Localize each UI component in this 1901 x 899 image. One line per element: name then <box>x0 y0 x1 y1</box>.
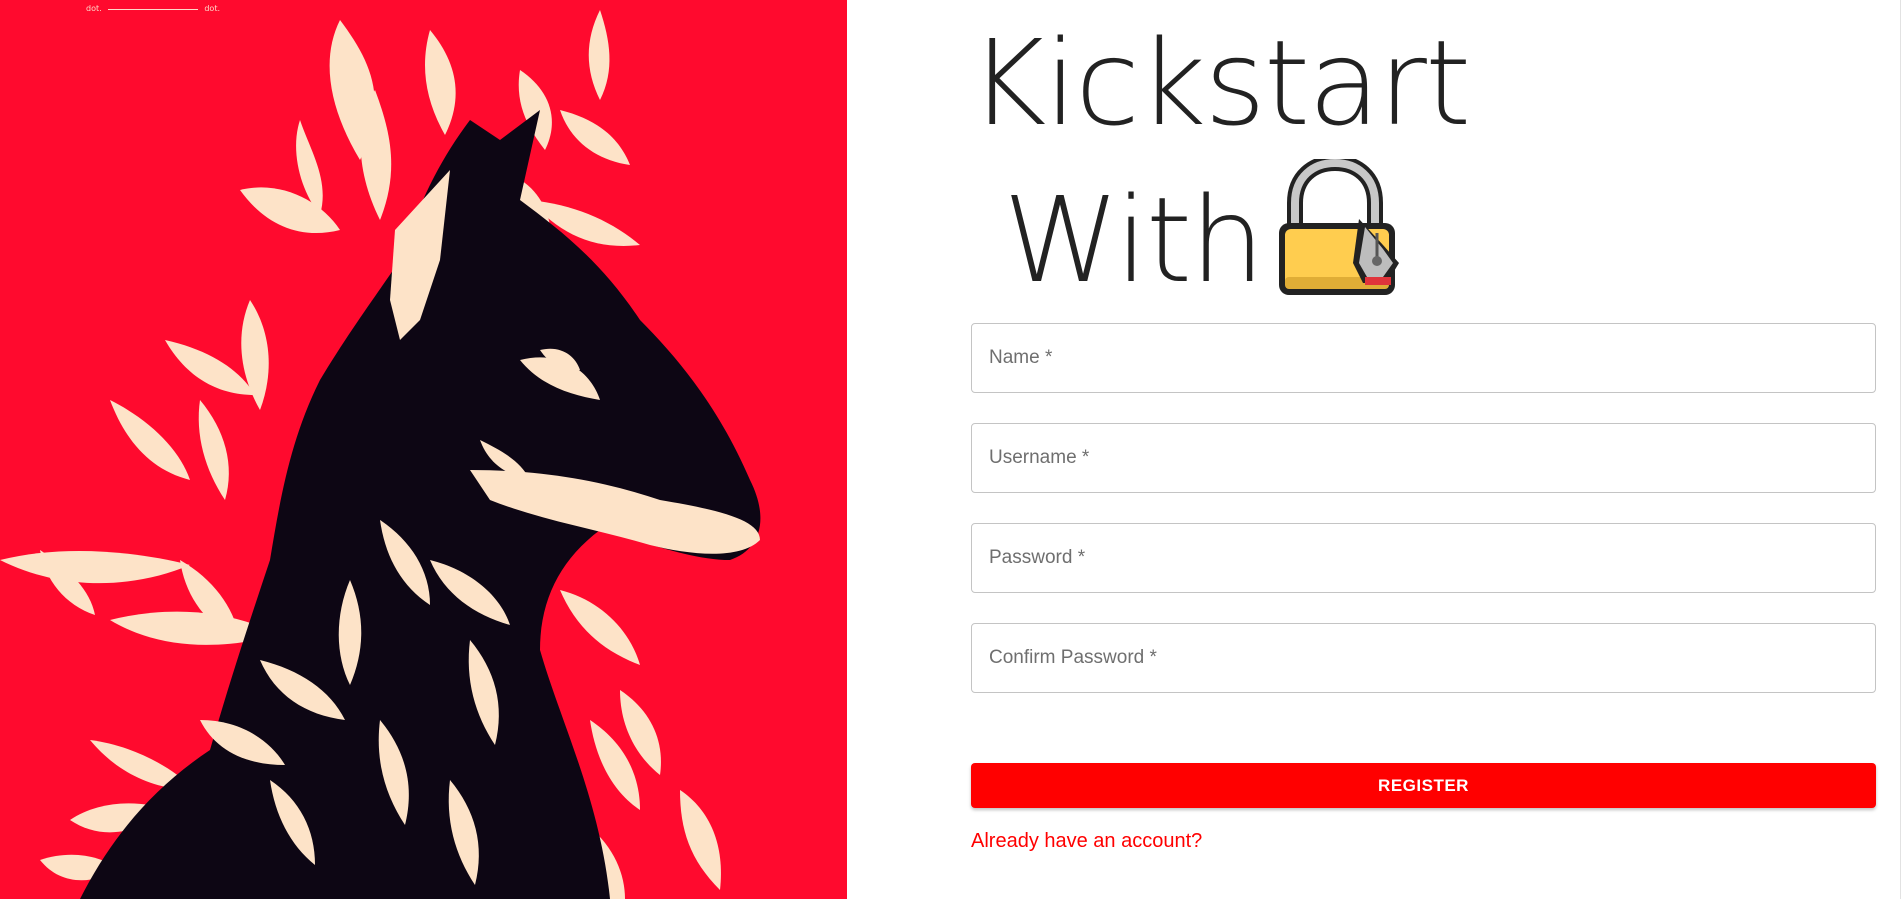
username-input[interactable] <box>972 424 1875 492</box>
password-field[interactable] <box>971 523 1876 593</box>
name-field[interactable] <box>971 323 1876 393</box>
confirm-password-field[interactable] <box>971 623 1876 693</box>
register-button[interactable]: REGISTER <box>971 763 1876 808</box>
caption-line <box>108 9 198 10</box>
hero-illustration: dot. dot. <box>0 0 847 899</box>
register-form: REGISTER Already have an account? <box>971 323 1876 853</box>
password-input[interactable] <box>972 524 1875 592</box>
name-input[interactable] <box>972 324 1875 392</box>
illustration-caption: dot. dot. <box>86 3 220 15</box>
username-field[interactable] <box>971 423 1876 493</box>
locked-with-pen-icon <box>1273 154 1405 299</box>
login-link[interactable]: Already have an account? <box>971 830 1202 853</box>
register-panel: Kickstart With Name * Username * REGISTE… <box>847 0 1901 899</box>
caption-right: dot. <box>204 4 220 13</box>
doberman-illustration <box>0 10 761 899</box>
confirm-password-input[interactable] <box>972 624 1875 692</box>
register-page: dot. dot. Kickstart With Name * Username… <box>0 0 1901 899</box>
caption-left: dot. <box>86 4 102 13</box>
page-title: Kickstart With <box>969 14 1471 309</box>
title-line-2: With <box>1003 171 1265 309</box>
title-line-2-row: With <box>969 154 1469 309</box>
title-line-1: Kickstart <box>969 14 1471 152</box>
